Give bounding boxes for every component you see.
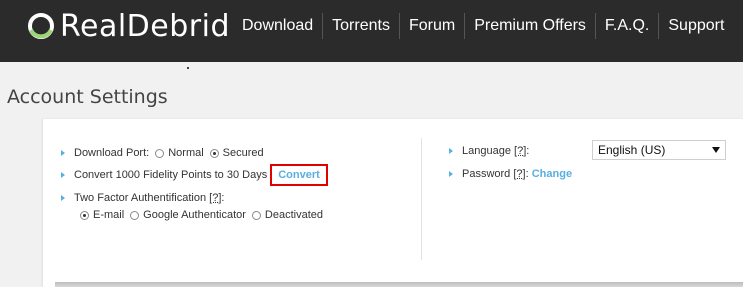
two-factor-colon: : <box>221 192 225 204</box>
fidelity-text: Convert 1000 Fidelity Points to 30 Days <box>74 169 268 181</box>
bullet-arrow-icon <box>61 195 65 201</box>
convert-highlight: Convert <box>270 164 328 186</box>
download-port-row: Download Port: Normal Secured <box>61 147 264 159</box>
two-factor-row: Two Factor Authentification [?] : <box>61 192 224 204</box>
nav-forum[interactable]: Forum <box>398 13 464 39</box>
bullet-arrow-icon <box>61 150 65 156</box>
language-label: Language <box>462 145 511 157</box>
panel-shadow <box>55 282 743 287</box>
bullet-arrow-icon <box>449 148 453 154</box>
language-select[interactable]: English (US) <box>592 140 726 160</box>
nav-download[interactable]: Download <box>233 13 322 39</box>
password-label: Password <box>462 168 511 180</box>
language-help-link[interactable]: [?] <box>514 145 526 157</box>
nav-premium-offers[interactable]: Premium Offers <box>464 13 595 39</box>
panel-divider <box>421 138 422 260</box>
two-factor-label: Two Factor Authentification <box>74 192 207 204</box>
password-row: Password [?]: Change <box>449 168 572 180</box>
radio-google-authenticator-label[interactable]: Google Authenticator <box>143 209 246 221</box>
nav-faq[interactable]: F.A.Q. <box>594 13 658 39</box>
radio-secured[interactable] <box>209 148 219 158</box>
radio-email[interactable] <box>80 210 89 220</box>
top-header: RealDebrid Download Torrents Forum Premi… <box>0 0 743 62</box>
bullet-arrow-icon <box>449 171 453 177</box>
bullet-arrow-icon <box>61 172 65 178</box>
page-title: Account Settings <box>7 86 168 108</box>
two-factor-help-link[interactable]: [?] <box>209 192 221 204</box>
radio-google-authenticator[interactable] <box>130 210 140 220</box>
convert-link[interactable]: Convert <box>278 169 320 181</box>
nav-support[interactable]: Support <box>658 13 733 39</box>
language-select-value: English (US) <box>598 143 666 157</box>
nav-torrents[interactable]: Torrents <box>322 13 399 39</box>
radio-normal-label[interactable]: Normal <box>168 147 203 159</box>
stray-dot <box>187 67 189 69</box>
language-row: Language [?] : <box>449 145 529 157</box>
language-colon: : <box>526 145 530 157</box>
logo-text: RealDebrid <box>60 8 230 44</box>
download-port-label: Download Port: <box>74 147 150 159</box>
dropdown-arrow-icon <box>712 147 720 153</box>
logo[interactable]: RealDebrid <box>26 8 230 44</box>
change-password-link[interactable]: Change <box>532 168 572 180</box>
logo-ring-icon <box>28 13 54 39</box>
password-colon: : <box>525 168 529 180</box>
radio-email-label[interactable]: E-mail <box>93 209 124 221</box>
radio-deactivated-label[interactable]: Deactivated <box>265 209 323 221</box>
main-nav: Download Torrents Forum Premium Offers F… <box>233 12 733 40</box>
two-factor-options: E-mail Google Authenticator Deactivated <box>80 209 323 221</box>
radio-deactivated[interactable] <box>251 210 261 220</box>
radio-secured-label[interactable]: Secured <box>223 147 264 159</box>
radio-normal[interactable] <box>155 148 165 158</box>
password-help-link[interactable]: [?] <box>513 168 525 180</box>
fidelity-row: Convert 1000 Fidelity Points to 30 Days … <box>61 164 328 186</box>
